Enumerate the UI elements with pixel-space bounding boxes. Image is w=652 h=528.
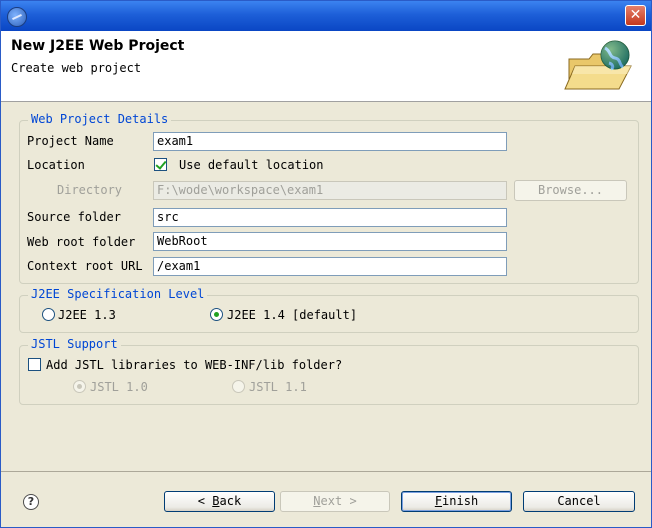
jstl-support-group: JSTL Support xyxy=(19,337,639,405)
back-button-mnemonic: B xyxy=(212,494,220,508)
back-arrow-icon: < xyxy=(197,494,206,508)
context-root-url-label: Context root URL xyxy=(27,259,143,273)
browse-button: Browse... xyxy=(514,180,627,201)
j2ee-14-radio[interactable] xyxy=(210,308,223,321)
use-default-location-checkbox[interactable] xyxy=(154,158,167,171)
project-name-field[interactable]: exam1 xyxy=(153,132,507,151)
cancel-button-label: Cancel xyxy=(557,494,601,508)
group-title-jstl: JSTL Support xyxy=(28,337,121,351)
location-label: Location xyxy=(27,158,85,172)
use-default-location-label: Use default location xyxy=(179,158,324,172)
help-icon[interactable]: ? xyxy=(23,494,39,510)
browse-button-label: Browse... xyxy=(537,183,604,197)
group-title-web-details: Web Project Details xyxy=(28,112,172,126)
source-folder-field[interactable]: src xyxy=(153,208,507,227)
group-title-spec-level: J2EE Specification Level xyxy=(28,287,208,301)
context-root-url-field[interactable]: /exam1 xyxy=(153,257,507,276)
back-button[interactable]: < Back xyxy=(164,491,275,512)
add-jstl-label: Add JSTL libraries to WEB-INF/lib folder… xyxy=(46,358,343,372)
next-button-label: ext xyxy=(320,494,343,508)
j2ee-13-label: J2EE 1.3 xyxy=(58,308,116,322)
directory-field: F:\wode\workspace\exam1 xyxy=(153,181,507,200)
next-arrow-icon: > xyxy=(349,494,357,508)
title-bar[interactable]: ✕ xyxy=(1,1,651,31)
jstl-11-label: JSTL 1.1 xyxy=(249,380,307,394)
wizard-header: New J2EE Web Project Create web project xyxy=(1,31,651,102)
eclipse-icon xyxy=(7,7,27,27)
jstl-10-radio xyxy=(73,380,86,393)
dialog-window: ✕ New J2EE Web Project Create web projec… xyxy=(0,0,652,528)
source-folder-label: Source folder xyxy=(27,210,121,224)
j2ee-14-label: J2EE 1.4 [default] xyxy=(227,308,358,322)
page-subtitle: Create web project xyxy=(11,61,142,75)
jstl-11-radio xyxy=(232,380,245,393)
close-icon: ✕ xyxy=(629,7,642,23)
add-jstl-checkbox[interactable] xyxy=(28,358,41,371)
j2ee-13-radio[interactable] xyxy=(42,308,55,321)
directory-label: Directory xyxy=(57,183,123,197)
finish-button[interactable]: Finish xyxy=(401,491,512,512)
next-button-mnemonic: N xyxy=(313,494,321,508)
finish-button-mnemonic: F xyxy=(434,494,443,508)
next-button: Next > xyxy=(280,491,390,512)
finish-button-label: inish xyxy=(442,494,479,508)
footer-separator xyxy=(1,471,651,472)
jstl-10-label: JSTL 1.0 xyxy=(90,380,148,394)
back-button-label: ack xyxy=(219,494,242,508)
close-button[interactable]: ✕ xyxy=(625,5,646,26)
cancel-button[interactable]: Cancel xyxy=(523,491,635,512)
web-root-folder-field[interactable]: WebRoot xyxy=(153,232,507,251)
folder-globe-icon xyxy=(564,40,632,90)
web-root-folder-label: Web root folder xyxy=(27,235,136,249)
project-name-label: Project Name xyxy=(27,134,114,148)
page-title: New J2EE Web Project xyxy=(11,38,185,54)
